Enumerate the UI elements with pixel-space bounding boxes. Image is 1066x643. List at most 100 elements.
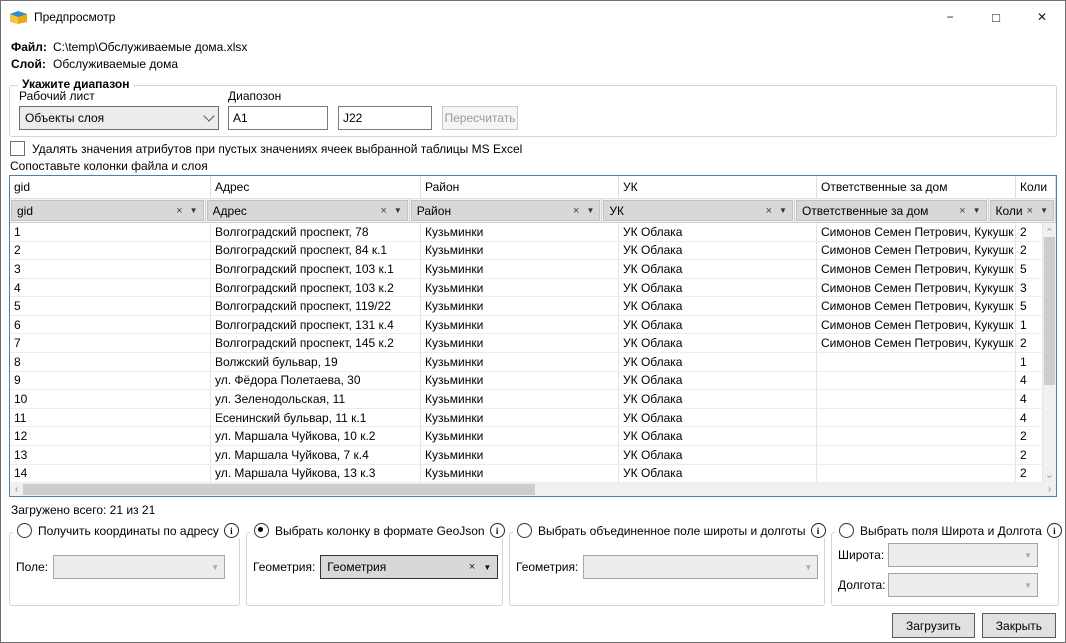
recalculate-button[interactable]: Пересчитать <box>442 106 518 130</box>
table-cell[interactable]: Симонов Семен Петрович, Кукушк <box>817 242 1016 260</box>
table-cell[interactable]: УК Облака <box>619 260 817 278</box>
minimize-button[interactable]: − <box>927 1 973 33</box>
table-row[interactable]: 7Волгоградский проспект, 145 к.2Кузьминк… <box>10 334 1043 353</box>
table-cell[interactable] <box>817 465 1016 483</box>
table-cell[interactable]: 2 <box>1016 427 1043 445</box>
table-cell[interactable]: Кузьминки <box>421 390 619 408</box>
column-header[interactable]: Адрес <box>211 176 421 198</box>
table-cell[interactable]: 4 <box>1016 390 1043 408</box>
table-cell[interactable]: ул. Маршала Чуйкова, 7 к.4 <box>211 446 421 464</box>
table-cell[interactable] <box>817 427 1016 445</box>
info-icon[interactable]: i <box>224 523 239 538</box>
radio-icon[interactable] <box>254 523 269 538</box>
table-row[interactable]: 9ул. Фёдора Полетаева, 30КузьминкиУК Обл… <box>10 372 1043 391</box>
table-cell[interactable] <box>817 409 1016 427</box>
filter-dropdown-icon[interactable]: ▼ <box>190 206 198 215</box>
table-cell[interactable]: УК Облака <box>619 242 817 260</box>
clear-icon[interactable]: × <box>469 561 475 573</box>
table-cell[interactable]: ул. Маршала Чуйкова, 13 к.3 <box>211 465 421 483</box>
clear-filter-icon[interactable]: × <box>380 205 386 217</box>
table-cell[interactable]: Волгоградский проспект, 103 к.1 <box>211 260 421 278</box>
table-cell[interactable]: Волгоградский проспект, 119/22 <box>211 297 421 315</box>
combined-geometry-combobox[interactable]: ▼ <box>583 555 818 579</box>
scroll-left-icon[interactable]: ‹ <box>10 483 23 496</box>
table-cell[interactable]: Симонов Семен Петрович, Кукушк <box>817 260 1016 278</box>
table-row[interactable]: 1Волгоградский проспект, 78КузьминкиУК О… <box>10 223 1043 242</box>
clear-filter-icon[interactable]: × <box>959 205 965 217</box>
table-cell[interactable]: УК Облака <box>619 427 817 445</box>
table-cell[interactable]: Волгоградский проспект, 103 к.2 <box>211 279 421 297</box>
table-cell[interactable] <box>817 372 1016 390</box>
geocode-radio-option[interactable]: Получить координаты по адресу i <box>13 523 243 538</box>
table-cell[interactable]: 2 <box>10 242 211 260</box>
table-cell[interactable]: 13 <box>10 446 211 464</box>
column-header[interactable]: УК <box>619 176 817 198</box>
table-cell[interactable]: ул. Фёдора Полетаева, 30 <box>211 372 421 390</box>
table-cell[interactable]: Кузьминки <box>421 353 619 371</box>
address-field-combobox[interactable]: ▼ <box>53 555 225 579</box>
table-cell[interactable] <box>817 390 1016 408</box>
table-cell[interactable]: 5 <box>10 297 211 315</box>
vertical-scrollbar[interactable]: ‹ ‹ <box>1043 223 1056 483</box>
table-cell[interactable]: Волжский бульвар, 19 <box>211 353 421 371</box>
table-cell[interactable]: 5 <box>1016 297 1043 315</box>
table-cell[interactable]: Кузьминки <box>421 372 619 390</box>
horizontal-scrollbar[interactable]: ‹ › <box>10 483 1056 496</box>
clear-filter-icon[interactable]: × <box>766 205 772 217</box>
combined-latlon-radio-option[interactable]: Выбрать объединенное поле широты и долго… <box>513 523 830 538</box>
table-cell[interactable]: Симонов Семен Петрович, Кукушк <box>817 334 1016 352</box>
table-cell[interactable]: Симонов Семен Петрович, Кукушк <box>817 223 1016 241</box>
separate-latlon-radio-option[interactable]: Выбрать поля Широта и Долгота i <box>835 523 1066 538</box>
load-button[interactable]: Загрузить <box>892 613 975 638</box>
table-row[interactable]: 12ул. Маршала Чуйкова, 10 к.2КузьминкиУК… <box>10 427 1043 446</box>
table-cell[interactable]: 7 <box>10 334 211 352</box>
table-cell[interactable]: Волгоградский проспект, 78 <box>211 223 421 241</box>
table-cell[interactable]: Волгоградский проспект, 131 к.4 <box>211 316 421 334</box>
maximize-button[interactable]: □ <box>973 1 1019 33</box>
table-cell[interactable]: Кузьминки <box>421 242 619 260</box>
table-cell[interactable]: 4 <box>1016 372 1043 390</box>
column-filter-combo[interactable]: УК×▼ <box>603 200 793 221</box>
info-icon[interactable]: i <box>1047 523 1062 538</box>
column-header[interactable]: Район <box>421 176 619 198</box>
table-cell[interactable]: 10 <box>10 390 211 408</box>
table-row[interactable]: 13ул. Маршала Чуйкова, 7 к.4КузьминкиУК … <box>10 446 1043 465</box>
table-cell[interactable]: 11 <box>10 409 211 427</box>
checkbox-icon[interactable] <box>10 141 25 156</box>
table-cell[interactable]: Кузьминки <box>421 297 619 315</box>
table-cell[interactable]: 12 <box>10 427 211 445</box>
table-cell[interactable]: 1 <box>10 223 211 241</box>
table-cell[interactable]: 2 <box>1016 465 1043 483</box>
table-cell[interactable]: 3 <box>1016 279 1043 297</box>
table-row[interactable]: 14ул. Маршала Чуйкова, 13 к.3КузьминкиУК… <box>10 465 1043 484</box>
table-cell[interactable]: 5 <box>1016 260 1043 278</box>
table-cell[interactable]: УК Облака <box>619 223 817 241</box>
table-cell[interactable]: 9 <box>10 372 211 390</box>
table-cell[interactable]: Кузьминки <box>421 446 619 464</box>
table-cell[interactable]: Кузьминки <box>421 427 619 445</box>
table-cell[interactable]: УК Облака <box>619 409 817 427</box>
table-cell[interactable]: Симонов Семен Петрович, Кукушк <box>817 279 1016 297</box>
column-header[interactable]: gid <box>10 176 211 198</box>
table-cell[interactable]: УК Облака <box>619 334 817 352</box>
table-row[interactable]: 6Волгоградский проспект, 131 к.4Кузьминк… <box>10 316 1043 335</box>
table-cell[interactable]: УК Облака <box>619 353 817 371</box>
column-filter-combo[interactable]: Район×▼ <box>411 200 601 221</box>
column-filter-combo[interactable]: gid×▼ <box>11 200 204 221</box>
table-cell[interactable]: 4 <box>1016 409 1043 427</box>
horizontal-scroll-thumb[interactable] <box>23 484 535 495</box>
close-button[interactable]: ✕ <box>1019 1 1065 33</box>
table-cell[interactable]: 3 <box>10 260 211 278</box>
table-cell[interactable]: Кузьминки <box>421 334 619 352</box>
table-cell[interactable]: ул. Зеленодольская, 11 <box>211 390 421 408</box>
scroll-up-icon[interactable]: ‹ <box>1043 223 1056 236</box>
column-filter-combo[interactable]: Адрес×▼ <box>207 200 408 221</box>
range-to-input[interactable] <box>338 106 432 130</box>
table-cell[interactable]: Кузьминки <box>421 223 619 241</box>
table-cell[interactable]: 6 <box>10 316 211 334</box>
scroll-right-icon[interactable]: › <box>1043 483 1056 496</box>
scroll-down-icon[interactable]: ‹ <box>1043 470 1056 483</box>
table-cell[interactable]: Кузьминки <box>421 260 619 278</box>
table-cell[interactable]: УК Облака <box>619 465 817 483</box>
table-cell[interactable]: УК Облака <box>619 390 817 408</box>
